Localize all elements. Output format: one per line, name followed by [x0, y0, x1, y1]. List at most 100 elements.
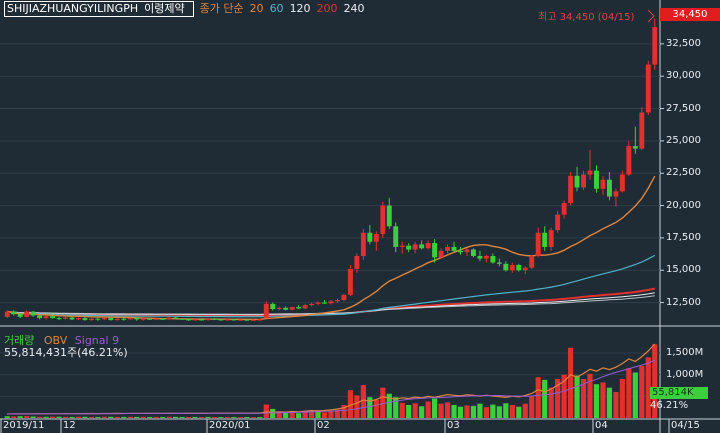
symbol-code: SHIJIAZHUANGYILINGPH	[7, 2, 139, 15]
candle-body	[17, 314, 23, 317]
ma-period-20[interactable]: 20	[250, 2, 264, 15]
price-tick-label: 17,500	[666, 231, 701, 243]
candle-body	[95, 318, 101, 320]
volume-bar	[639, 366, 645, 418]
volume-bar	[321, 412, 328, 418]
candle-body	[101, 318, 107, 320]
ma-title: 종가 단순	[199, 2, 244, 15]
volume-bar	[127, 416, 133, 418]
candle-body	[393, 226, 399, 247]
volume-bar	[393, 397, 399, 418]
volume-bar	[134, 416, 140, 418]
candle-body	[250, 319, 256, 321]
ma-period-200[interactable]: 200	[317, 2, 338, 15]
volume-bar	[632, 372, 638, 418]
volume-bar	[153, 416, 159, 418]
volume-tick-label: 1,000M	[666, 368, 704, 380]
candle-body	[600, 179, 606, 189]
volume-bar	[82, 416, 88, 418]
candle-body	[341, 294, 347, 301]
time-tick-label: 2019/11	[3, 420, 45, 431]
volume-bar	[75, 416, 82, 418]
obv-value-badge: 55,814K	[650, 387, 708, 399]
time-tick-label: 04	[595, 420, 608, 431]
volume-bar	[412, 403, 418, 418]
candle-body	[386, 205, 392, 227]
volume-bar	[535, 377, 541, 418]
candle-body	[263, 303, 269, 319]
volume-bar	[354, 395, 360, 418]
candle-body	[619, 174, 625, 192]
candle-body	[594, 170, 599, 189]
candle-body	[199, 319, 204, 321]
ma-period-120[interactable]: 120	[290, 2, 311, 15]
candle-body	[503, 263, 509, 271]
candle-body	[587, 170, 593, 175]
candle-body	[328, 301, 334, 304]
volume-bar	[328, 410, 334, 418]
volume-bar	[37, 416, 43, 418]
volume-bar	[464, 405, 470, 418]
candle-body	[561, 202, 567, 215]
candle-body	[50, 316, 56, 319]
candle-body	[347, 268, 353, 295]
candle-body	[322, 302, 327, 304]
volume-bar	[30, 416, 36, 418]
volume-bar	[205, 416, 211, 418]
symbol-box[interactable]: SHIJIAZHUANGYILINGPH 이령제약	[4, 1, 194, 17]
volume-bar	[250, 417, 256, 418]
volume-bar	[218, 417, 224, 418]
candle-body	[555, 214, 561, 231]
price-tick-label: 27,500	[666, 102, 701, 114]
volume-bar	[457, 406, 464, 418]
volume-bar	[451, 405, 457, 418]
candle-body	[581, 174, 586, 188]
candle-body	[529, 256, 535, 268]
candle-body	[244, 319, 250, 321]
volume-bar	[108, 416, 114, 418]
volume-bar	[43, 416, 49, 418]
ma-period-240[interactable]: 240	[344, 2, 365, 15]
time-tick-label: 02	[317, 420, 330, 431]
candle-body	[406, 245, 412, 250]
candle-body	[179, 318, 185, 320]
candle-body	[354, 256, 360, 269]
volume-bar	[296, 413, 302, 418]
candle-body	[652, 27, 658, 65]
volume-bar	[114, 416, 120, 418]
time-tick-label: 04/15	[671, 420, 700, 431]
candle-body	[37, 315, 43, 319]
candle-body	[360, 232, 366, 257]
candle-body	[127, 318, 133, 320]
candle-body	[335, 300, 340, 302]
candle-body	[490, 256, 496, 263]
candle-body	[283, 307, 289, 310]
candle-body	[451, 246, 457, 251]
volume-info: 55,814,431주(46.21%)	[4, 346, 128, 359]
candle-body	[432, 243, 438, 258]
volume-bar	[483, 407, 489, 418]
volume-bar	[373, 399, 379, 418]
volume-bar	[257, 417, 263, 418]
ma-period-60[interactable]: 60	[270, 2, 284, 15]
time-tick-label: 12	[63, 420, 76, 431]
candle-body	[76, 318, 81, 320]
volume-bar	[211, 416, 218, 418]
volume-bar	[444, 402, 451, 418]
stock-chart[interactable]	[0, 0, 720, 433]
volume-bar	[574, 375, 580, 418]
candle-body	[276, 307, 282, 310]
candle-body	[483, 256, 489, 259]
volume-bar	[101, 416, 107, 418]
volume-bar	[619, 379, 625, 418]
volume-bar	[626, 368, 632, 418]
candle-body	[43, 316, 49, 319]
candle-body	[140, 318, 146, 320]
candle-body	[458, 250, 463, 253]
candle-body	[211, 318, 217, 320]
volume-bar	[270, 408, 276, 418]
volume-bar	[198, 417, 205, 418]
candle-body	[296, 307, 302, 309]
candle-body	[516, 265, 522, 271]
volume-bar	[88, 416, 95, 418]
